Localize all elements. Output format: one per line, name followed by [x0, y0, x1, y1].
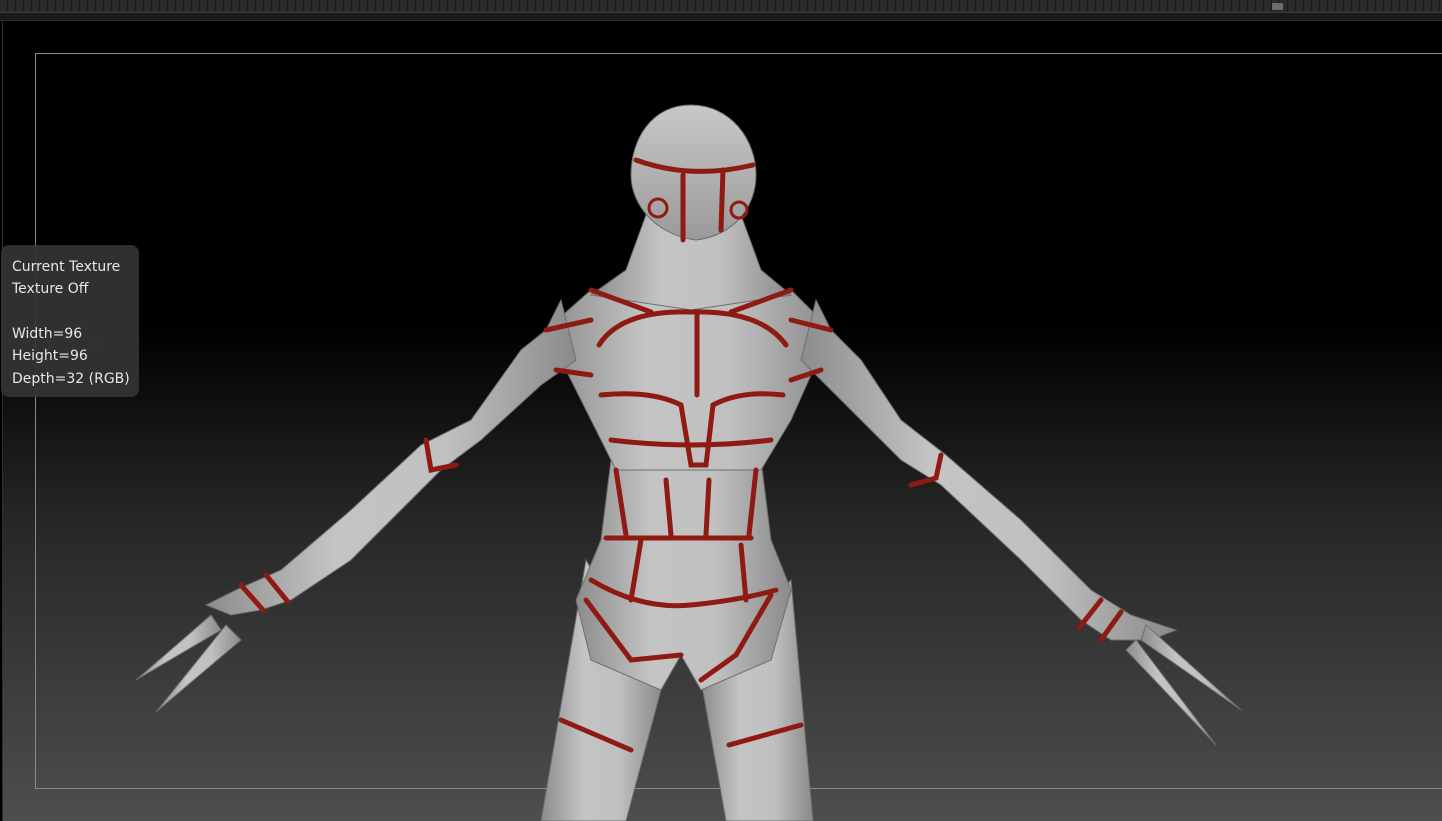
canvas-viewport[interactable] [2, 21, 1442, 821]
tooltip-depth: Depth=32 (RGB) [12, 370, 130, 387]
sculpt-model[interactable] [2, 21, 1442, 821]
top-divider [0, 13, 1442, 21]
tooltip-width: Width=96 [12, 325, 83, 342]
top-shelf-strip [0, 0, 1442, 13]
tooltip-texture-status: Texture Off [12, 281, 89, 298]
tooltip-spacer [12, 301, 139, 323]
texture-info-tooltip: Current Texture Texture Off Width=96 Hei… [1, 245, 139, 397]
tooltip-title: Current Texture [12, 259, 121, 275]
tooltip-height: Height=96 [12, 348, 88, 365]
shelf-scroll-thumb[interactable] [1272, 3, 1283, 10]
